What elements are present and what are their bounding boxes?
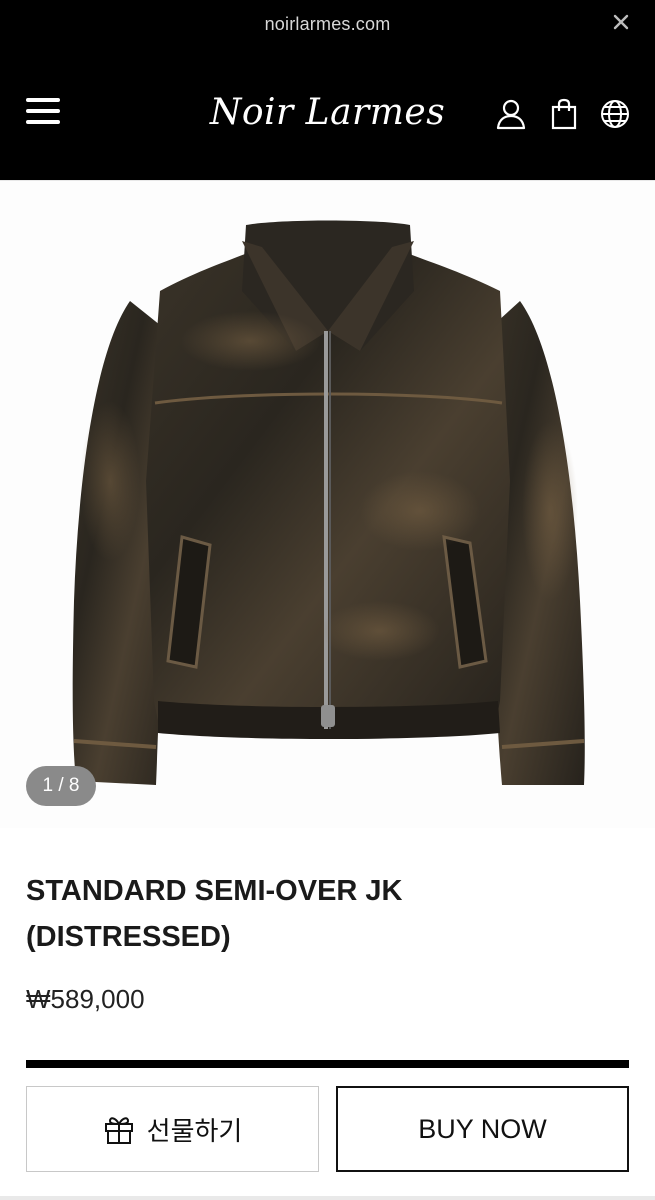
home-indicator (0, 1196, 655, 1200)
gallery-counter: 1 / 8 (26, 766, 96, 806)
product-image[interactable] (0, 181, 655, 828)
buy-now-label: BUY NOW (418, 1113, 547, 1144)
product-price: ₩589,000 (26, 984, 145, 1014)
product-title: STANDARD SEMI-OVER JK (DISTRESSED) (26, 868, 626, 960)
gift-button[interactable]: 선물하기 (26, 1086, 319, 1172)
close-icon[interactable] (613, 14, 629, 30)
globe-icon[interactable] (599, 98, 631, 130)
product-image-gallery[interactable]: 1 / 8 (0, 180, 655, 828)
browser-url-bar: noirlarmes.com (0, 0, 655, 52)
bottom-action-bar: 선물하기 BUY NOW (0, 1068, 655, 1200)
hidden-option-bar[interactable] (26, 1060, 629, 1068)
gift-button-label: 선물하기 (146, 1115, 243, 1146)
product-title-line1: STANDARD SEMI-OVER JK (26, 875, 403, 907)
product-title-line2: (DISTRESSED) (26, 921, 231, 953)
user-icon[interactable] (495, 98, 527, 130)
site-header: Noir Larmes (0, 52, 655, 180)
buy-now-button[interactable]: BUY NOW (336, 1086, 629, 1172)
shopping-bag-icon[interactable] (548, 98, 580, 130)
url-text[interactable]: noirlarmes.com (0, 14, 655, 35)
gift-icon (104, 1117, 133, 1144)
